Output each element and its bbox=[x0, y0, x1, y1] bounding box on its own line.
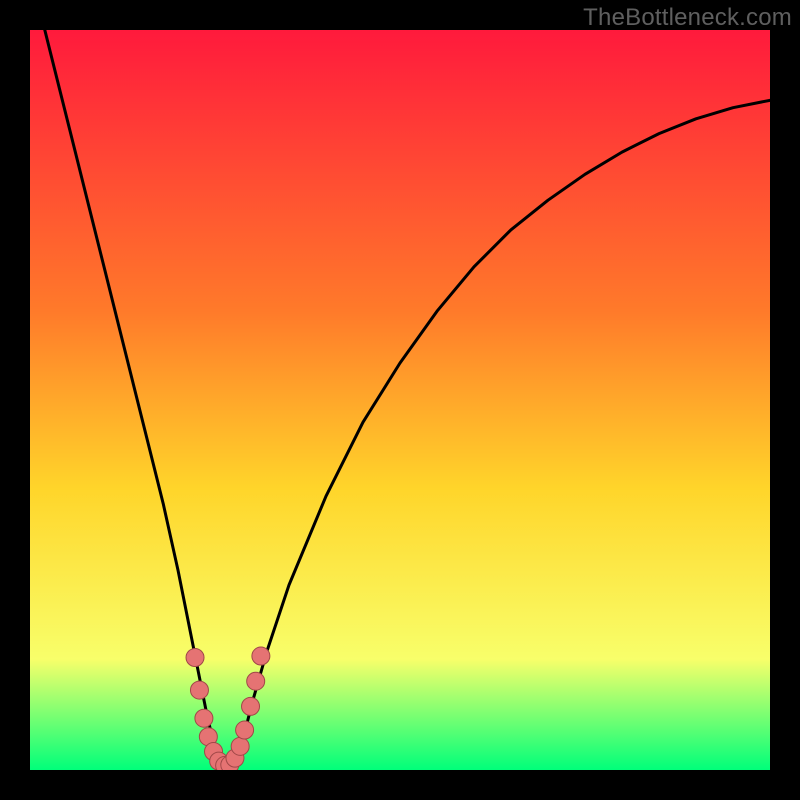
chart-frame: TheBottleneck.com bbox=[0, 0, 800, 800]
chart-svg bbox=[30, 30, 770, 770]
curve-marker bbox=[231, 737, 249, 755]
curve-marker bbox=[236, 721, 254, 739]
curve-marker bbox=[247, 672, 265, 690]
watermark-text: TheBottleneck.com bbox=[583, 4, 792, 32]
curve-marker bbox=[195, 709, 213, 727]
gradient-background bbox=[30, 30, 770, 770]
curve-marker bbox=[242, 697, 260, 715]
chart-plot-area bbox=[30, 30, 770, 770]
curve-marker bbox=[190, 681, 208, 699]
curve-marker bbox=[186, 649, 204, 667]
curve-marker bbox=[252, 647, 270, 665]
